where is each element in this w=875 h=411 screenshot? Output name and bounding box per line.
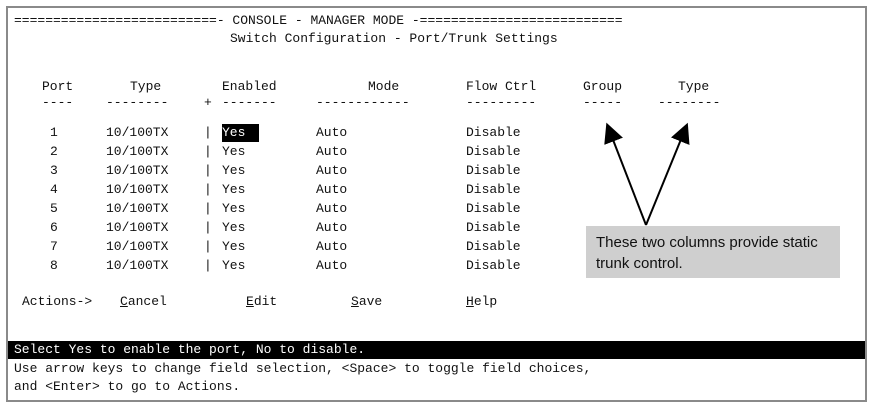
help-action[interactable]: Help [466,293,497,311]
port-type: 10/100TX [106,163,169,178]
row-separator: | [204,258,212,273]
enabled-field[interactable]: Yes [222,238,245,256]
sep-trunk-type: -------- [658,95,721,110]
sep-plus: + [204,95,212,110]
mode-field[interactable]: Auto [316,124,347,142]
enabled-field[interactable]: Yes [222,162,245,180]
mode-field[interactable]: Auto [316,219,347,237]
console-frame: ==========================- CONSOLE - MA… [6,6,867,402]
sep-enabled: ------- [222,95,277,110]
flow-ctrl-field[interactable]: Disable [466,238,521,256]
port-number: 8 [50,258,58,273]
port-number: 3 [50,163,58,178]
enabled-field[interactable]: Yes [222,257,245,275]
port-number: 2 [50,144,58,159]
row-separator: | [204,239,212,254]
enabled-field[interactable]: Yes [222,200,245,218]
port-type: 10/100TX [106,201,169,216]
sep-port: ---- [42,95,74,110]
port-type: 10/100TX [106,258,169,273]
enabled-field-selected[interactable]: Yes [222,124,260,142]
console-screen: ==========================- CONSOLE - MA… [8,8,865,400]
mode-field[interactable]: Auto [316,181,347,199]
port-type: 10/100TX [106,220,169,235]
mode-field[interactable]: Auto [316,143,347,161]
screen-title: Switch Configuration - Port/Trunk Settin… [230,31,558,46]
port-type: 10/100TX [106,239,169,254]
sep-type: -------- [106,95,169,110]
port-number: 7 [50,239,58,254]
flow-ctrl-field[interactable]: Disable [466,143,521,161]
save-action[interactable]: Save [351,293,382,311]
port-number: 6 [50,220,58,235]
port-type: 10/100TX [106,125,169,140]
row-separator: | [204,182,212,197]
flow-ctrl-field[interactable]: Disable [466,162,521,180]
port-number: 4 [50,182,58,197]
cancel-action[interactable]: Cancel [120,293,167,311]
port-number: 5 [50,201,58,216]
sep-group: ----- [583,95,623,110]
mode-field[interactable]: Auto [316,257,347,275]
mode-field[interactable]: Auto [316,200,347,218]
flow-ctrl-field[interactable]: Disable [466,200,521,218]
row-separator: | [204,125,212,140]
flow-ctrl-field[interactable]: Disable [466,219,521,237]
row-separator: | [204,220,212,235]
row-separator: | [204,144,212,159]
enabled-field[interactable]: Yes [222,143,245,161]
mode-field[interactable]: Auto [316,238,347,256]
sep-mode: ------------ [316,95,410,110]
port-type: 10/100TX [106,182,169,197]
port-number: 1 [50,125,58,140]
console-banner: ==========================- CONSOLE - MA… [14,13,623,28]
flow-ctrl-field[interactable]: Disable [466,181,521,199]
actions-label: Actions-> [22,294,93,309]
enabled-field[interactable]: Yes [222,219,245,237]
status-message: Select Yes to enable the port, No to dis… [8,341,865,359]
row-separator: | [204,163,212,178]
help-text-line-1: Use arrow keys to change field selection… [14,361,592,376]
mode-field[interactable]: Auto [316,162,347,180]
port-type: 10/100TX [106,144,169,159]
flow-ctrl-field[interactable]: Disable [466,124,521,142]
help-text-line-2: and <Enter> to go to Actions. [14,379,241,394]
sep-flow: --------- [466,95,537,110]
flow-ctrl-field[interactable]: Disable [466,257,521,275]
enabled-field[interactable]: Yes [222,181,245,199]
edit-action[interactable]: Edit [246,293,277,311]
row-separator: | [204,201,212,216]
trunk-callout: These two columns provide static trunk c… [586,226,840,278]
